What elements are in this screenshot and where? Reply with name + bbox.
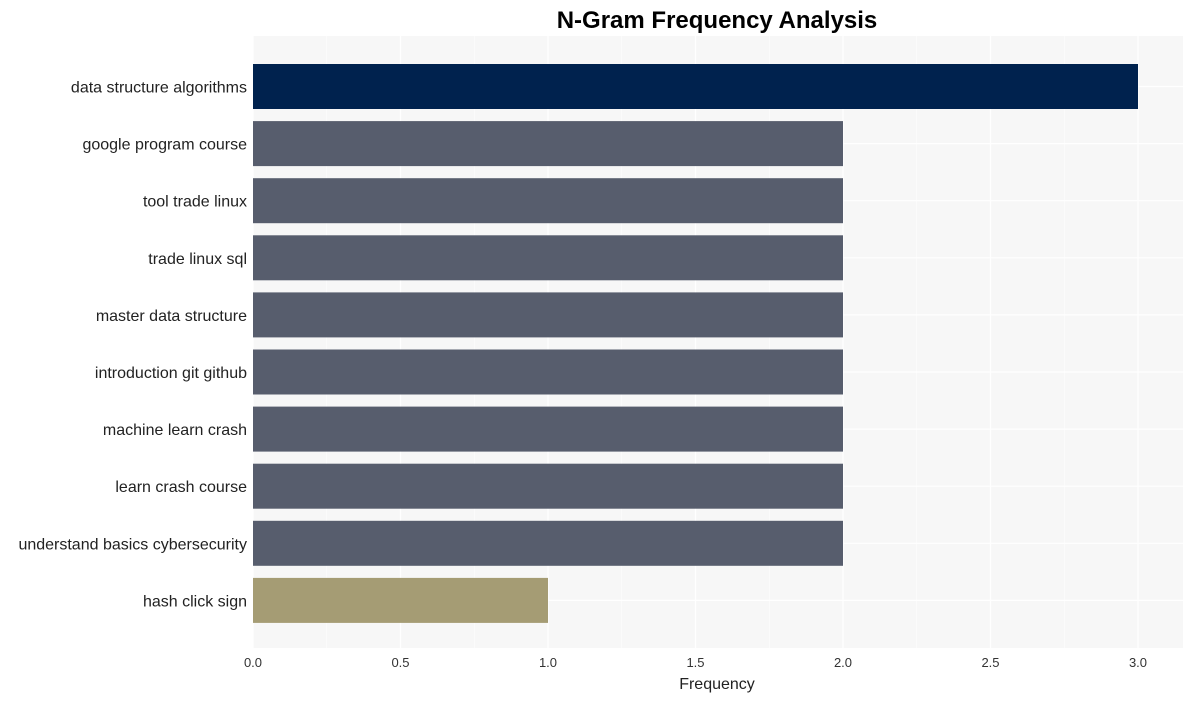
bar (253, 121, 843, 167)
bar (253, 577, 548, 623)
y-tick-label: master data structure (96, 308, 247, 325)
chart-title: N-Gram Frequency Analysis (557, 7, 878, 34)
x-tick-label: 0.0 (244, 655, 262, 670)
y-tick-label: understand basics cybersecurity (18, 536, 247, 553)
y-axis-labels: data structure algorithms google program … (18, 80, 247, 611)
x-tick-label: 3.0 (1129, 655, 1147, 670)
x-tick-label: 1.0 (539, 655, 557, 670)
bar (253, 463, 843, 509)
bar (253, 349, 843, 395)
x-tick-label: 2.0 (834, 655, 852, 670)
bar (253, 64, 1138, 109)
y-tick-label: tool trade linux (143, 194, 247, 211)
x-tick-label: 2.5 (981, 655, 999, 670)
x-tick-label: 1.5 (686, 655, 704, 670)
x-axis-ticks: 0.0 0.5 1.0 1.5 2.0 2.5 3.0 (244, 655, 1147, 670)
y-tick-label: data structure algorithms (71, 80, 247, 97)
bar (253, 235, 843, 281)
x-axis-label: Frequency (679, 676, 755, 693)
y-tick-label: introduction git github (95, 365, 247, 382)
y-tick-label: machine learn crash (103, 422, 247, 439)
y-tick-label: hash click sign (143, 593, 247, 610)
bar (253, 292, 843, 338)
y-tick-label: learn crash course (115, 479, 247, 496)
bar (253, 178, 843, 224)
y-tick-label: google program course (82, 137, 247, 154)
bar (253, 520, 843, 566)
ngram-bar-chart: data structure algorithms google program … (18, 7, 1183, 693)
y-tick-label: trade linux sql (148, 251, 247, 268)
bar (253, 406, 843, 452)
x-tick-label: 0.5 (391, 655, 409, 670)
